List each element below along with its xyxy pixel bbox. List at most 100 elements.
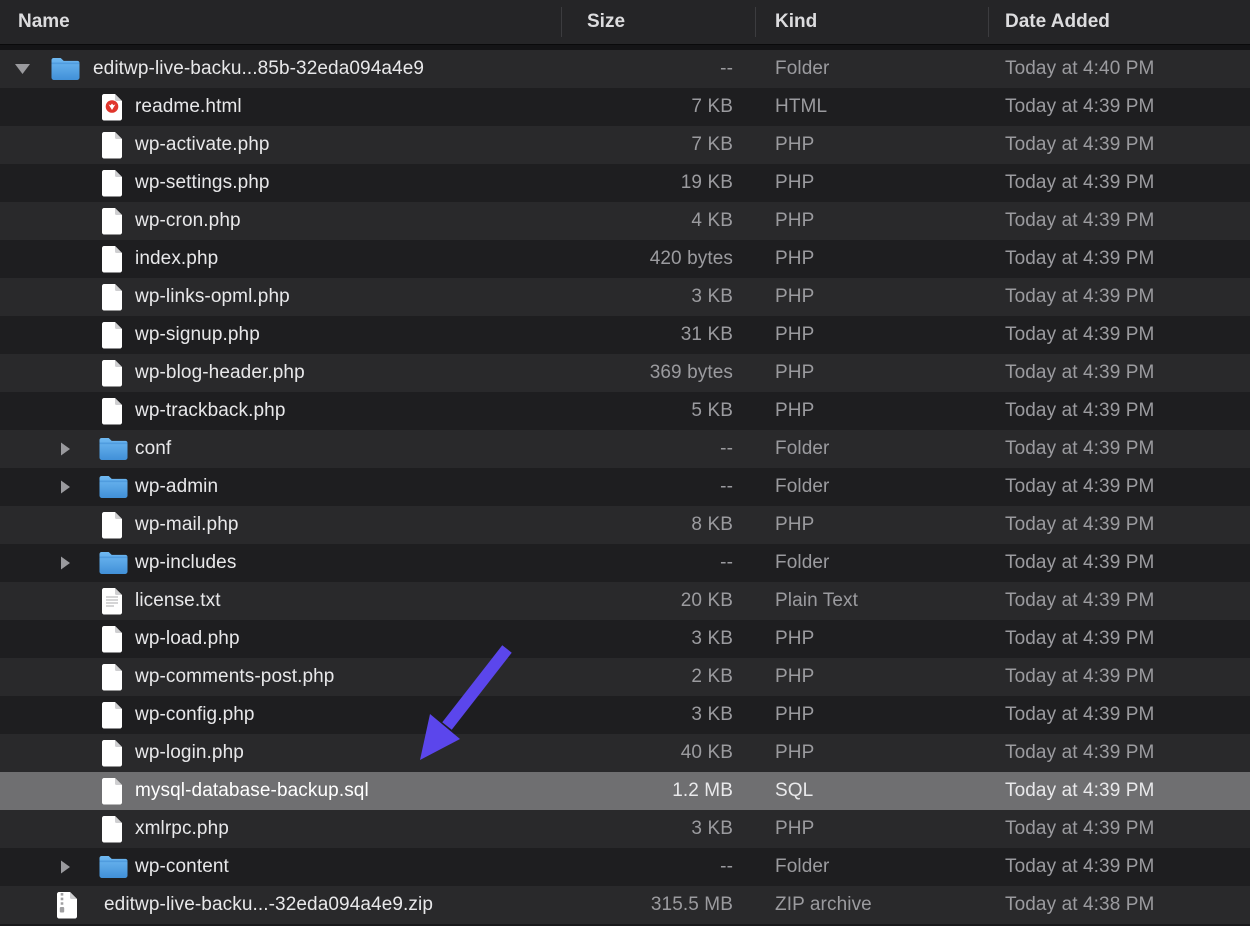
text-document-icon <box>101 587 123 615</box>
document-icon <box>101 815 123 843</box>
file-name: wp-signup.php <box>135 324 260 346</box>
file-row[interactable]: wp-blog-header.php369 bytesPHPToday at 4… <box>0 354 1250 392</box>
file-row[interactable]: wp-cron.php4 KBPHPToday at 4:39 PM <box>0 202 1250 240</box>
file-kind: Folder <box>775 476 829 498</box>
file-row[interactable]: wp-trackback.php5 KBPHPToday at 4:39 PM <box>0 392 1250 430</box>
document-icon <box>101 511 123 539</box>
column-header-name[interactable]: Name <box>18 11 70 33</box>
file-size: -- <box>561 856 733 878</box>
disclosure-triangle-icon[interactable] <box>60 860 71 875</box>
folder-row[interactable]: wp-content--FolderToday at 4:39 PM <box>0 848 1250 886</box>
file-date-added: Today at 4:39 PM <box>1005 476 1154 498</box>
file-row[interactable]: license.txt20 KBPlain TextToday at 4:39 … <box>0 582 1250 620</box>
file-row[interactable]: editwp-live-backu...-32eda094a4e9.zip315… <box>0 886 1250 924</box>
file-row[interactable]: wp-load.php3 KBPHPToday at 4:39 PM <box>0 620 1250 658</box>
file-date-added: Today at 4:39 PM <box>1005 400 1154 422</box>
file-date-added: Today at 4:39 PM <box>1005 438 1154 460</box>
file-date-added: Today at 4:39 PM <box>1005 286 1154 308</box>
file-kind: PHP <box>775 210 814 232</box>
finder-file-list-window: Name Size Kind Date Added editwp-live-ba… <box>0 0 1250 926</box>
document-icon <box>101 663 123 691</box>
file-name: index.php <box>135 248 218 270</box>
file-row[interactable]: wp-links-opml.php3 KBPHPToday at 4:39 PM <box>0 278 1250 316</box>
file-date-added: Today at 4:39 PM <box>1005 552 1154 574</box>
file-kind: Plain Text <box>775 590 858 612</box>
file-row[interactable]: wp-login.php40 KBPHPToday at 4:39 PM <box>0 734 1250 772</box>
file-kind: PHP <box>775 172 814 194</box>
file-size: 3 KB <box>561 818 733 840</box>
disclosure-triangle-icon[interactable] <box>14 63 31 76</box>
document-icon <box>101 397 123 425</box>
file-size: 31 KB <box>561 324 733 346</box>
file-kind: PHP <box>775 324 814 346</box>
file-row[interactable]: wp-mail.php8 KBPHPToday at 4:39 PM <box>0 506 1250 544</box>
file-name: wp-activate.php <box>135 134 270 156</box>
file-name: wp-comments-post.php <box>135 666 334 688</box>
file-kind: PHP <box>775 400 814 422</box>
file-date-added: Today at 4:39 PM <box>1005 248 1154 270</box>
file-date-added: Today at 4:40 PM <box>1005 58 1154 80</box>
document-icon <box>101 131 123 159</box>
file-date-added: Today at 4:39 PM <box>1005 780 1154 802</box>
file-name: wp-content <box>135 856 229 878</box>
file-size: -- <box>561 58 733 80</box>
disclosure-triangle-icon[interactable] <box>60 442 71 457</box>
file-size: -- <box>561 476 733 498</box>
file-kind: PHP <box>775 362 814 384</box>
file-name: wp-links-opml.php <box>135 286 290 308</box>
document-icon <box>101 739 123 767</box>
file-row[interactable]: wp-activate.php7 KBPHPToday at 4:39 PM <box>0 126 1250 164</box>
column-divider[interactable] <box>755 7 756 37</box>
folder-row[interactable]: wp-admin--FolderToday at 4:39 PM <box>0 468 1250 506</box>
file-kind: Folder <box>775 552 829 574</box>
file-name: editwp-live-backu...85b-32eda094a4e9 <box>93 58 424 80</box>
file-name: mysql-database-backup.sql <box>135 780 369 802</box>
column-header-kind[interactable]: Kind <box>775 11 817 33</box>
document-icon <box>101 625 123 653</box>
file-row[interactable]: xmlrpc.php3 KBPHPToday at 4:39 PM <box>0 810 1250 848</box>
file-row[interactable]: readme.html7 KBHTMLToday at 4:39 PM <box>0 88 1250 126</box>
column-divider[interactable] <box>988 7 989 37</box>
file-kind: ZIP archive <box>775 894 872 916</box>
folder-row[interactable]: wp-includes--FolderToday at 4:39 PM <box>0 544 1250 582</box>
file-kind: Folder <box>775 438 829 460</box>
file-name: wp-config.php <box>135 704 255 726</box>
file-row[interactable]: mysql-database-backup.sql1.2 MBSQLToday … <box>0 772 1250 810</box>
document-icon <box>101 701 123 729</box>
file-size: 3 KB <box>561 704 733 726</box>
file-size: 3 KB <box>561 628 733 650</box>
file-date-added: Today at 4:39 PM <box>1005 324 1154 346</box>
file-row[interactable]: wp-config.php3 KBPHPToday at 4:39 PM <box>0 696 1250 734</box>
file-date-added: Today at 4:39 PM <box>1005 210 1154 232</box>
file-date-added: Today at 4:39 PM <box>1005 666 1154 688</box>
file-row[interactable]: wp-signup.php 31 KB PHP Today at 4:39 PM <box>0 316 1250 354</box>
folder-icon <box>98 551 129 576</box>
file-kind: PHP <box>775 514 814 536</box>
document-icon <box>101 245 123 273</box>
folder-row[interactable]: editwp-live-backu...85b-32eda094a4e9--Fo… <box>0 50 1250 88</box>
folder-row[interactable]: conf--FolderToday at 4:39 PM <box>0 430 1250 468</box>
html-document-icon <box>101 93 123 121</box>
file-row[interactable]: wp-comments-post.php2 KBPHPToday at 4:39… <box>0 658 1250 696</box>
document-icon <box>101 169 123 197</box>
file-date-added: Today at 4:39 PM <box>1005 704 1154 726</box>
folder-icon <box>98 855 129 880</box>
document-icon <box>101 321 123 349</box>
file-name: wp-includes <box>135 552 236 574</box>
file-size: 315.5 MB <box>561 894 733 916</box>
file-row[interactable]: wp-settings.php19 KBPHPToday at 4:39 PM <box>0 164 1250 202</box>
document-icon <box>101 777 123 805</box>
file-name: wp-trackback.php <box>135 400 286 422</box>
disclosure-triangle-icon[interactable] <box>60 480 71 495</box>
column-divider[interactable] <box>561 7 562 37</box>
file-name: readme.html <box>135 96 242 118</box>
column-header-size[interactable]: Size <box>587 11 625 33</box>
file-name: wp-mail.php <box>135 514 239 536</box>
file-row[interactable]: index.php420 bytesPHPToday at 4:39 PM <box>0 240 1250 278</box>
file-size: 369 bytes <box>561 362 733 384</box>
disclosure-triangle-icon[interactable] <box>60 556 71 571</box>
column-header-date-added[interactable]: Date Added <box>1005 11 1110 33</box>
file-date-added: Today at 4:39 PM <box>1005 818 1154 840</box>
file-date-added: Today at 4:39 PM <box>1005 628 1154 650</box>
file-name: wp-login.php <box>135 742 244 764</box>
